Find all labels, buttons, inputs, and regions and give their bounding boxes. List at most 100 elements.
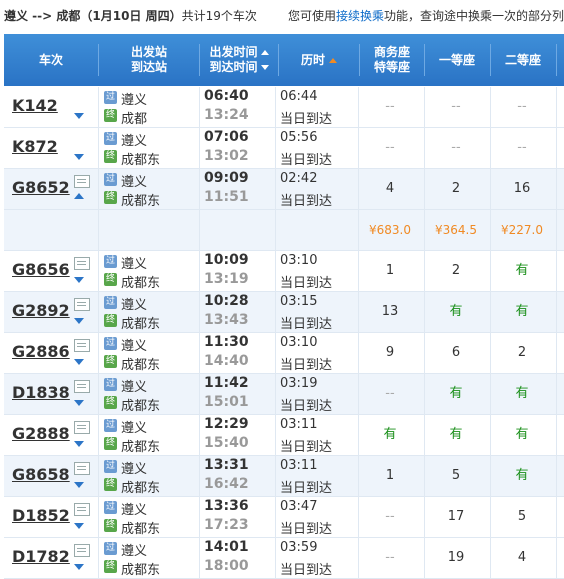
table-row[interactable]: D1838 过遵义终成都东 11:42 15:01 03:19 当日到达 -- 有 有 — [4, 374, 564, 415]
sort-asc-icon[interactable] — [260, 50, 269, 55]
duration: 03:11 — [280, 417, 318, 432]
sort-duration-icon[interactable] — [329, 57, 337, 63]
price-row: ¥683.0 ¥364.5 ¥227.0 — [4, 210, 564, 251]
transfer-link[interactable]: 接续换乘 — [336, 9, 384, 23]
col-duration-sort[interactable]: 历时 — [279, 34, 359, 86]
expand-icon[interactable] — [74, 359, 84, 365]
expand-icon[interactable] — [74, 113, 84, 119]
train-number-link[interactable]: G8656 — [12, 260, 70, 279]
expand-icon[interactable] — [74, 564, 84, 570]
depart-station: 遵义 — [121, 175, 148, 190]
business-seat: 4 — [385, 181, 395, 196]
arrive-time: 15:40 — [204, 435, 249, 451]
depart-time: 11:42 — [204, 375, 249, 391]
expand-icon[interactable] — [74, 523, 84, 529]
train-number-link[interactable]: D1852 — [12, 506, 70, 525]
train-number-link[interactable]: D1838 — [12, 383, 70, 402]
duration: 06:44 — [280, 89, 318, 104]
arrival-day: 当日到达 — [280, 399, 333, 414]
arrival-day: 当日到达 — [280, 358, 333, 373]
train-number-link[interactable]: K872 — [12, 137, 58, 156]
station-cell: 过遵义终成都东 — [102, 538, 194, 578]
expand-icon[interactable] — [74, 400, 84, 406]
time-cell: 12:29 15:40 — [200, 415, 272, 455]
expand-icon[interactable] — [74, 154, 84, 160]
card-icon[interactable] — [74, 503, 90, 516]
first-class-seat: 有 — [449, 386, 463, 401]
station-cell: 过遵义终成都东 — [102, 251, 194, 291]
train-number-link[interactable]: G2886 — [12, 342, 70, 361]
train-cell: K142 — [8, 87, 94, 127]
table-row[interactable]: G8656 过遵义终成都东 10:09 13:19 03:10 当日到达 1 2 有 — [4, 251, 564, 292]
train-number-link[interactable]: K142 — [12, 96, 58, 115]
table-row[interactable]: K142 过遵义终成都 06:40 13:24 06:44 当日到达 -- -- -- — [4, 87, 564, 128]
train-number-link[interactable]: G2888 — [12, 424, 70, 443]
business-seat: 1 — [385, 468, 395, 483]
train-number-link[interactable]: G2892 — [12, 301, 70, 320]
business-seat: 13 — [381, 304, 399, 319]
expand-icon[interactable] — [74, 441, 84, 447]
arrive-time: 13:02 — [204, 148, 249, 164]
table-row[interactable]: G2886 过遵义终成都东 11:30 14:40 03:10 当日到达 9 6 2 — [4, 333, 564, 374]
station-cell: 过遵义终成都东 — [102, 292, 194, 332]
card-icon[interactable] — [74, 339, 90, 352]
arrive-station-icon: 终 — [104, 191, 117, 204]
expand-icon[interactable] — [74, 318, 84, 324]
duration: 02:42 — [280, 171, 318, 186]
depart-station: 遵义 — [121, 421, 148, 436]
train-cell: D1838 — [8, 374, 94, 414]
train-number-link[interactable]: G8658 — [12, 465, 70, 484]
expand-icon[interactable] — [74, 482, 84, 488]
arrival-day: 当日到达 — [280, 194, 333, 209]
duration-cell: 03:10 当日到达 — [276, 333, 358, 373]
card-icon[interactable] — [74, 462, 90, 475]
card-icon[interactable] — [74, 257, 90, 270]
depart-station-icon: 过 — [104, 255, 117, 268]
train-number-link[interactable]: D1782 — [12, 547, 70, 566]
table-row[interactable]: D1782 过遵义终成都东 14:01 18:00 03:59 当日到达 -- 19 4 — [4, 538, 564, 579]
duration-cell: 03:47 当日到达 — [276, 497, 358, 537]
business-seat: 有 — [383, 427, 397, 442]
business-seat: 1 — [385, 263, 395, 278]
train-cell: D1782 — [8, 538, 94, 578]
table-row[interactable]: D1852 过遵义终成都东 13:36 17:23 03:47 当日到达 -- 17 5 — [4, 497, 564, 538]
expand-icon[interactable] — [74, 277, 84, 283]
duration-cell: 03:10 当日到达 — [276, 251, 358, 291]
col-time-sort[interactable]: 出发时间 到达时间 — [200, 34, 278, 86]
table-row[interactable]: G8652 过遵义终成都东 09:09 11:51 02:42 当日到达 4 2 16 — [4, 169, 564, 210]
duration: 05:56 — [280, 130, 318, 145]
duration-cell: 03:19 当日到达 — [276, 374, 358, 414]
depart-station-icon: 过 — [104, 91, 117, 104]
depart-station: 遵义 — [121, 257, 148, 272]
arrive-station-icon: 终 — [104, 273, 117, 286]
card-icon[interactable] — [74, 298, 90, 311]
train-number-link[interactable]: G8652 — [12, 178, 70, 197]
card-icon[interactable] — [74, 544, 90, 557]
arrive-station: 成都东 — [121, 194, 161, 209]
station-cell: 过遵义终成都东 — [102, 374, 194, 414]
card-icon[interactable] — [74, 380, 90, 393]
table-row[interactable]: K872 过遵义终成都东 07:06 13:02 05:56 当日到达 -- -- -- — [4, 128, 564, 169]
transfer-hint: 您可使用接续换乘功能，查询途中换乘一次的部分列 — [288, 9, 564, 23]
arrive-station-icon: 终 — [104, 355, 117, 368]
duration: 03:47 — [280, 499, 318, 514]
arrive-time: 16:42 — [204, 476, 249, 492]
collapse-icon[interactable] — [74, 193, 84, 199]
table-row[interactable]: G2888 过遵义终成都东 12:29 15:40 03:11 当日到达 有 有 有 — [4, 415, 564, 456]
card-icon[interactable] — [74, 421, 90, 434]
depart-station-icon: 过 — [104, 173, 117, 186]
arrive-station: 成都东 — [121, 440, 161, 455]
depart-station: 遵义 — [121, 544, 148, 559]
time-cell: 10:09 13:19 — [200, 251, 272, 291]
card-icon[interactable] — [74, 175, 90, 188]
table-row[interactable]: G2892 过遵义终成都东 10:28 13:43 03:15 当日到达 13 有 有 — [4, 292, 564, 333]
duration-cell: 03:11 当日到达 — [276, 415, 358, 455]
arrive-station-icon: 终 — [104, 478, 117, 491]
time-cell: 13:31 16:42 — [200, 456, 272, 496]
sort-desc-icon[interactable] — [260, 65, 269, 70]
time-cell: 14:01 18:00 — [200, 538, 272, 578]
depart-station-icon: 过 — [104, 419, 117, 432]
table-row[interactable]: G8658 过遵义终成都东 13:31 16:42 03:11 当日到达 1 5 有 — [4, 456, 564, 497]
second-class-seat: 有 — [515, 427, 529, 442]
arrive-station-icon: 终 — [104, 437, 117, 450]
